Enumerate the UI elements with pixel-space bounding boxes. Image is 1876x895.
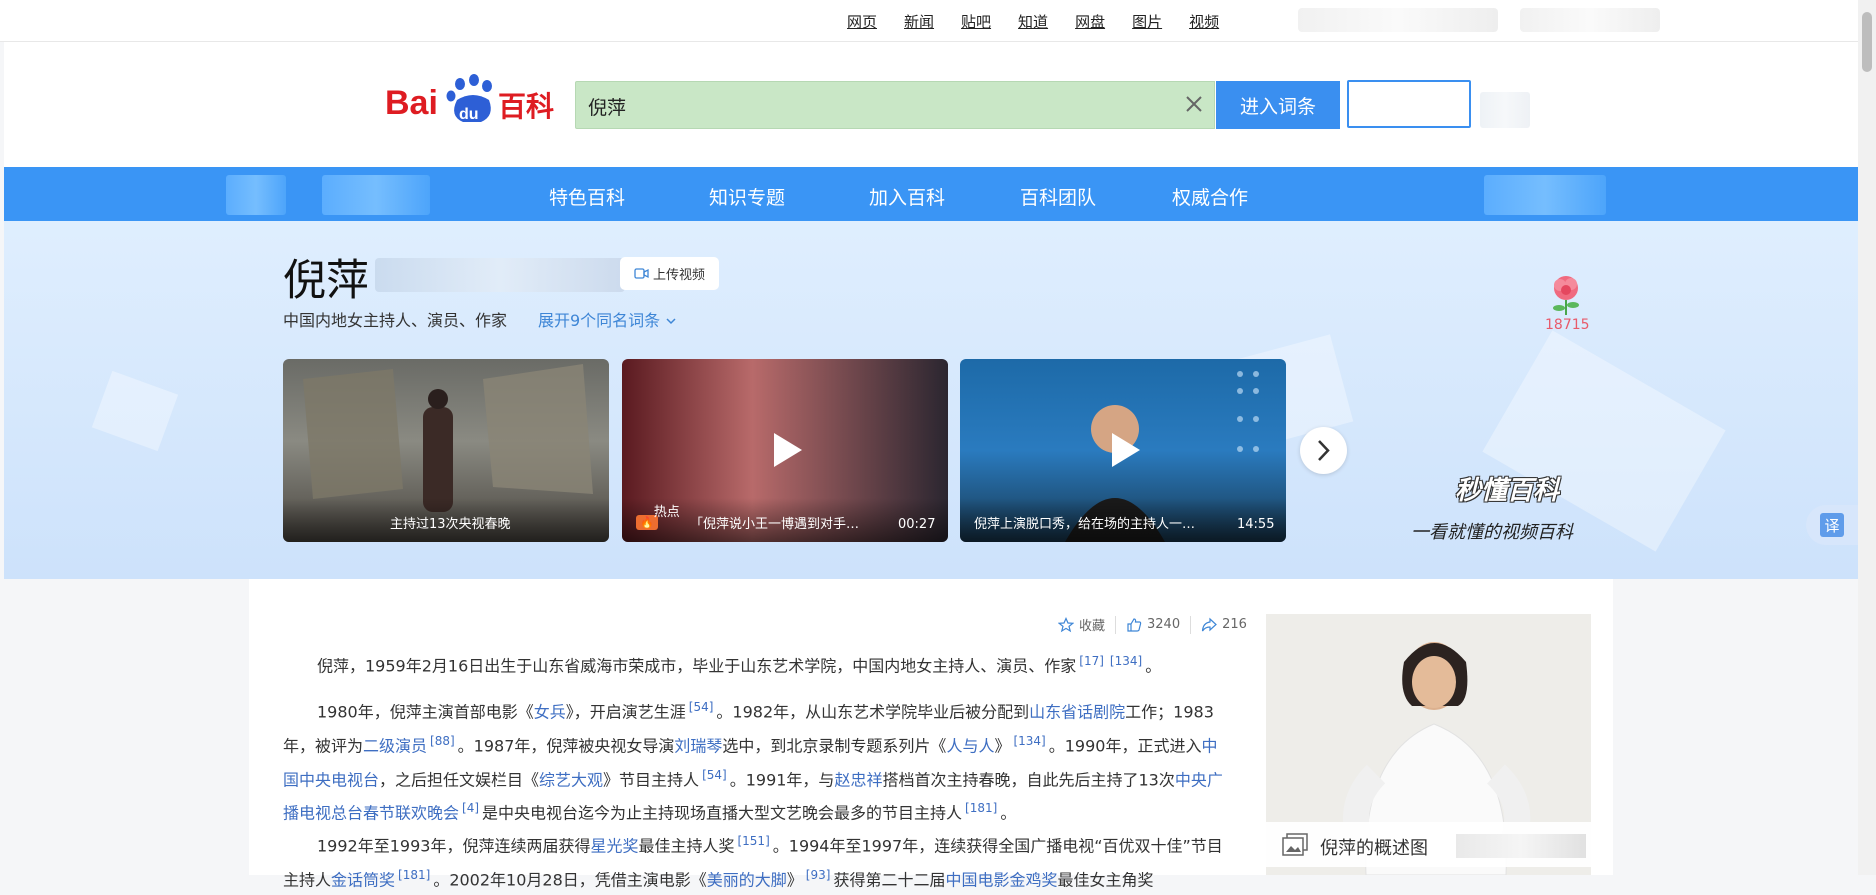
svg-text:du: du — [459, 106, 479, 123]
top-nav-link-pan[interactable]: 网盘 — [1075, 11, 1105, 32]
blurred-nav-item — [226, 175, 286, 215]
svg-text:Bai: Bai — [385, 84, 438, 122]
search-web-button[interactable] — [1347, 80, 1471, 128]
paragraph-awards: 1992年至1993年，倪萍连续两届获得星光奖最佳主持人奖 [151] 。1994年… — [283, 834, 1223, 890]
video-caption-bar: 倪萍上演脱口秀，给在场的主持人一… 14:55 — [960, 498, 1286, 542]
top-nav-links: 网页 新闻 贴吧 知道 网盘 图片 视频 — [847, 11, 1246, 32]
search-box — [575, 81, 1215, 130]
top-nav-link-images[interactable]: 图片 — [1132, 11, 1162, 32]
play-icon — [774, 433, 802, 467]
nav-item-join[interactable]: 加入百科 — [869, 183, 945, 210]
thumbs-up-icon — [1127, 617, 1142, 632]
entry-link[interactable]: 中国电影金鸡奖 — [945, 870, 1057, 889]
decor-shape — [91, 370, 179, 452]
scrollbar-thumb[interactable] — [1862, 12, 1872, 72]
video-caption-bar: 主持过13次央视春晚 — [283, 498, 609, 542]
nav-item-features[interactable]: 特色百科 — [549, 183, 625, 210]
chevron-right-icon — [1318, 440, 1330, 461]
video-caption-bar: 🔥 热点 「倪萍说小王一博遇到对手… 00:27 — [622, 498, 948, 542]
entry-link[interactable]: 星光奖 — [590, 836, 638, 855]
entry-link[interactable]: 美丽的大脚 — [707, 870, 787, 889]
blurred-nav-item — [322, 175, 430, 215]
reference-link[interactable]: [134] — [1110, 654, 1142, 668]
reference-link[interactable]: [54] — [689, 700, 714, 714]
translate-icon: 译 — [1820, 513, 1844, 537]
reference-link[interactable]: [17] — [1079, 654, 1104, 668]
scrollbar[interactable] — [1858, 0, 1876, 875]
miaodong-slogan: 一看就懂的视频百科 — [1411, 522, 1573, 543]
image-gallery-icon — [1282, 833, 1308, 856]
blurred-nav-item — [1484, 175, 1606, 215]
like-button[interactable]: 3240 — [1126, 617, 1180, 633]
video-caption: 主持过13次央视春晚 — [390, 517, 511, 532]
entry-link[interactable]: 刘瑞琴 — [674, 736, 722, 755]
share-button[interactable]: 216 — [1201, 617, 1247, 633]
play-icon — [1112, 433, 1140, 467]
flower-icon[interactable] — [1546, 272, 1586, 317]
video-card[interactable]: 倪萍上演脱口秀，给在场的主持人一… 14:55 — [960, 359, 1286, 542]
top-nav-link-zhidao[interactable]: 知道 — [1018, 11, 1048, 32]
blurred-user-area — [1298, 8, 1498, 32]
summary-image-caption[interactable]: 倪萍的概述图 — [1266, 822, 1591, 867]
blurred-caption-extra — [1456, 834, 1586, 858]
share-icon — [1202, 617, 1217, 631]
reference-link[interactable]: [4] — [462, 801, 479, 815]
chevron-down-icon — [666, 318, 676, 325]
star-icon — [1058, 616, 1074, 632]
top-nav-link-video[interactable]: 视频 — [1189, 11, 1219, 32]
summary-image-label: 倪萍的概述图 — [1320, 838, 1428, 859]
translate-button[interactable]: 译 — [1806, 505, 1858, 545]
expand-homonyms-link[interactable]: 展开9个同名词条 — [538, 307, 677, 331]
entry-link[interactable]: 二级演员 — [363, 736, 427, 755]
next-video-button[interactable] — [1300, 427, 1347, 474]
top-nav-link-news[interactable]: 新闻 — [904, 11, 934, 32]
video-duration: 00:27 — [898, 517, 936, 532]
upload-video-button[interactable]: 上传视频 — [620, 257, 719, 290]
reference-link[interactable]: [134] — [1013, 734, 1045, 748]
paragraph-career: 1980年，倪萍主演首部电影《女兵》，开启演艺生涯 [54] 。1982年，从山东艺… — [283, 700, 1223, 823]
enter-entry-button[interactable]: 进入词条 — [1216, 81, 1340, 129]
top-nav-link-tieba[interactable]: 贴吧 — [961, 11, 991, 32]
upload-video-label: 上传视频 — [652, 268, 705, 283]
nav-item-topics[interactable]: 知识专题 — [709, 183, 785, 210]
favorite-button[interactable]: 收藏 — [1058, 615, 1105, 634]
entry-title: 倪萍 — [283, 256, 369, 306]
blurred-login-area — [1520, 8, 1660, 32]
nav-item-cooperation[interactable]: 权威合作 — [1172, 183, 1248, 210]
entry-link[interactable]: 综艺大观 — [539, 770, 603, 789]
video-card[interactable]: 🔥 热点 「倪萍说小王一博遇到对手… 00:27 — [622, 359, 948, 542]
reference-link[interactable]: [54] — [702, 768, 727, 782]
main-nav-bar: 特色百科 知识专题 加入百科 百科团队 权威合作 — [4, 167, 1858, 221]
entry-link[interactable]: 金话筒奖 — [331, 870, 395, 889]
entry-link[interactable]: 赵忠祥 — [834, 770, 882, 789]
expand-homonyms-label: 展开9个同名词条 — [538, 311, 661, 330]
reference-link[interactable]: [88] — [430, 734, 455, 748]
video-camera-icon — [634, 268, 649, 279]
svg-text:百科: 百科 — [498, 90, 554, 123]
top-nav-bar: 网页 新闻 贴吧 知道 网盘 图片 视频 — [0, 0, 1858, 42]
entry-subtitle: 中国内地女主持人、演员、作家 — [283, 311, 508, 330]
video-caption: 「倪萍说小王一博遇到对手… — [690, 517, 860, 532]
miaodong-baike-logo: 秒懂百科 — [1455, 476, 1560, 506]
hot-badge: 🔥 热点 — [636, 505, 680, 530]
blurred-pinyin — [375, 258, 625, 292]
entry-link[interactable]: 人与人 — [946, 736, 994, 755]
video-caption: 倪萍上演脱口秀，给在场的主持人一… — [974, 517, 1196, 532]
video-card[interactable]: 主持过13次央视春晚 — [283, 359, 609, 542]
paragraph-intro: 倪萍，1959年2月16日出生于山东省威海市荣成市，毕业于山东艺术学院，中国内地… — [317, 654, 1162, 676]
top-nav-link-web[interactable]: 网页 — [847, 11, 877, 32]
flower-count: 18715 — [1545, 317, 1590, 333]
clear-icon[interactable] — [1182, 92, 1206, 116]
baidu-baike-logo[interactable]: Bai du 百科 — [385, 70, 560, 130]
video-duration: 14:55 — [1237, 517, 1275, 532]
search-input[interactable] — [586, 82, 1150, 130]
reference-link[interactable]: [181] — [965, 801, 997, 815]
entry-link[interactable]: 女兵 — [534, 702, 566, 721]
entry-actions: 收藏 3240 216 — [1058, 615, 1247, 634]
nav-item-team[interactable]: 百科团队 — [1020, 183, 1096, 210]
entry-link[interactable]: 山东省话剧院 — [1029, 702, 1125, 721]
blurred-header-extra — [1480, 92, 1530, 128]
reference-link[interactable]: [151] — [737, 834, 769, 848]
